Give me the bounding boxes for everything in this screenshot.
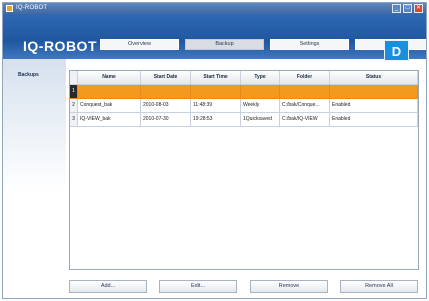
cell-folder [280, 85, 330, 99]
maximize-icon[interactable]: □ [403, 4, 412, 13]
column-header-folder[interactable]: Folder [280, 71, 330, 85]
header-index-cell [70, 71, 78, 85]
add-button[interactable]: Add... [69, 280, 147, 293]
sidebar: Backups [3, 59, 66, 298]
cell-folder: C:/bak/IQ-VIEW [280, 113, 330, 127]
column-header-status[interactable]: Status [330, 71, 418, 85]
cell-status: Enabled [330, 99, 418, 113]
remove-all-button[interactable]: Remove All [340, 280, 418, 293]
title-bar[interactable]: IQ-ROBOT _ □ ✕ [3, 3, 426, 14]
cell-type: 1Quicksaved [241, 113, 280, 127]
row-index: 1 [70, 85, 78, 99]
cell-start-date [141, 85, 191, 99]
overlay-letter-badge: D [384, 40, 409, 61]
table-row[interactable]: 1 [70, 85, 418, 99]
edit-button[interactable]: Edit... [159, 280, 237, 293]
cell-start-time [191, 85, 241, 99]
tab-overview[interactable]: Overview [100, 39, 179, 50]
sidebar-item-backups[interactable]: Backups [18, 72, 39, 78]
table-row[interactable]: 2 Conquest_bak 2010-08-03 11:48:39 Weekl… [70, 99, 418, 113]
table-header-row: Name Start Date Start Time Type Folder S… [70, 71, 418, 85]
cell-status [330, 85, 418, 99]
row-index: 2 [70, 99, 78, 113]
app-window: IQ-ROBOT _ □ ✕ IQ-ROBOT Overview Backup … [2, 2, 427, 299]
close-icon[interactable]: ✕ [414, 4, 423, 13]
column-header-type[interactable]: Type [241, 71, 280, 85]
cell-name: Conquest_bak [78, 99, 141, 113]
button-bar: Add... Edit... Remove Remove All [69, 280, 419, 294]
minimize-icon[interactable]: _ [392, 4, 401, 13]
cell-folder: C:/bak/Conque... [280, 99, 330, 113]
backup-table: Name Start Date Start Time Type Folder S… [69, 70, 419, 270]
cell-status: Enabled [330, 113, 418, 127]
brand-title: IQ-ROBOT [23, 38, 97, 54]
tab-settings[interactable]: Settings [270, 39, 349, 50]
column-header-start-date[interactable]: Start Date [141, 71, 191, 85]
column-header-start-time[interactable]: Start Time [191, 71, 241, 85]
cell-type [241, 85, 280, 99]
tab-backup[interactable]: Backup [185, 39, 264, 50]
cell-start-date: 2010-08-03 [141, 99, 191, 113]
app-logo-icon [6, 5, 13, 12]
app-header: IQ-ROBOT Overview Backup Settings D [3, 14, 426, 61]
table-row[interactable]: 3 IQ-VIEW_bak 2010-07-30 19:28:53 1Quick… [70, 113, 418, 127]
cell-start-date: 2010-07-30 [141, 113, 191, 127]
window-title: IQ-ROBOT [16, 5, 48, 11]
cell-start-time: 19:28:53 [191, 113, 241, 127]
cell-name: IQ-VIEW_bak [78, 113, 141, 127]
row-index: 3 [70, 113, 78, 127]
cell-type: Weekly [241, 99, 280, 113]
column-header-name[interactable]: Name [78, 71, 141, 85]
cell-name [78, 85, 141, 99]
cell-start-time: 11:48:39 [191, 99, 241, 113]
remove-button[interactable]: Remove [250, 280, 328, 293]
